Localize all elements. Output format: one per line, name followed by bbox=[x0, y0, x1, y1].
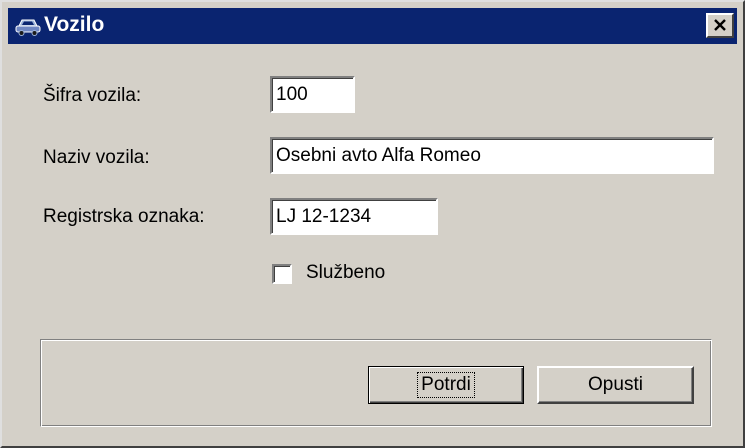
registration-label: Registrska oznaka: bbox=[43, 206, 205, 227]
window-title: Vozilo bbox=[44, 13, 105, 36]
title-bar: Vozilo bbox=[8, 8, 737, 44]
vehicle-code-field[interactable] bbox=[270, 76, 355, 113]
confirm-button-label: Potrdi bbox=[417, 372, 475, 398]
registration-field[interactable] bbox=[270, 198, 438, 235]
close-button[interactable] bbox=[706, 13, 734, 38]
close-icon bbox=[714, 19, 726, 31]
cancel-button-label: Opusti bbox=[588, 374, 643, 395]
vehicle-code-label: Šifra vozila: bbox=[43, 85, 142, 106]
vehicle-name-field[interactable] bbox=[270, 137, 714, 174]
business-checkbox[interactable] bbox=[272, 264, 292, 284]
confirm-button[interactable]: Potrdi bbox=[368, 366, 524, 404]
vehicle-dialog: Vozilo Šifra vozila: Naziv vozila: Regis… bbox=[0, 0, 745, 448]
car-icon bbox=[14, 14, 42, 38]
cancel-button[interactable]: Opusti bbox=[537, 366, 694, 404]
business-label: Službeno bbox=[306, 262, 386, 283]
vehicle-name-label: Naziv vozila: bbox=[43, 147, 150, 168]
